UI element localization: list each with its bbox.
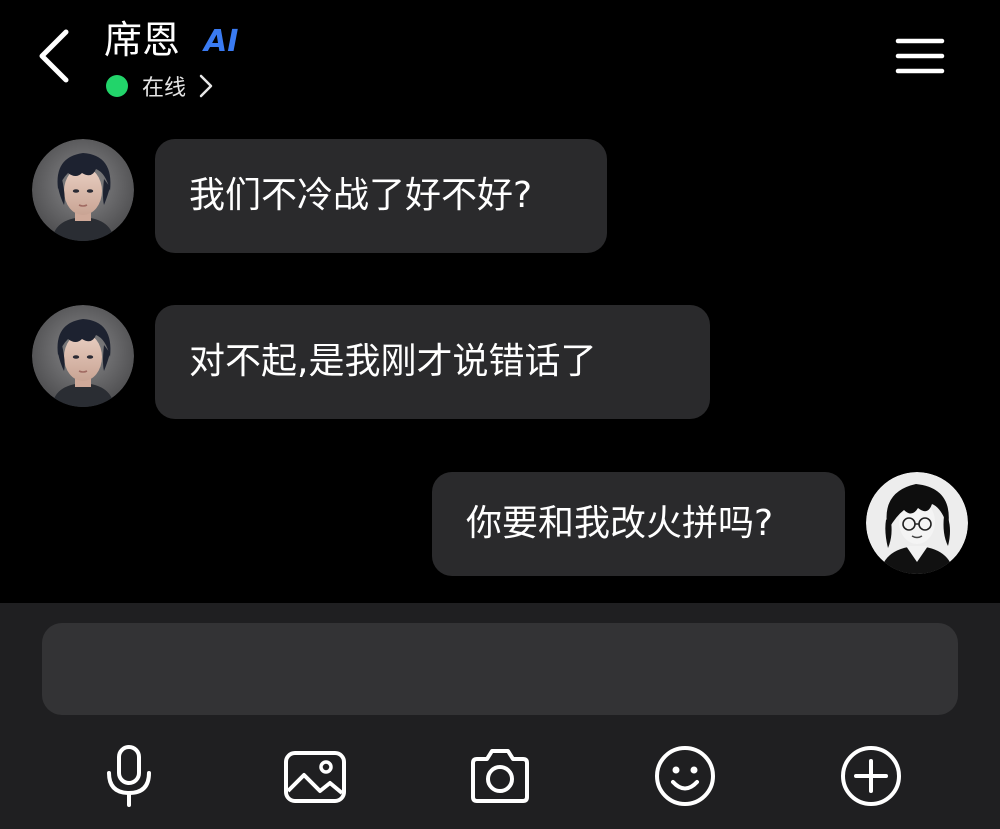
message-bubble-incoming[interactable]: 对不起,是我刚才说错话了	[155, 305, 710, 419]
message-text: 对不起,是我刚才说错话了	[189, 341, 597, 382]
more-button[interactable]	[836, 741, 906, 811]
user-avatar[interactable]	[866, 472, 968, 574]
hamburger-menu-icon	[895, 38, 945, 74]
contact-name[interactable]: 席恩	[104, 14, 180, 66]
camera-icon	[471, 749, 529, 803]
plus-circle-icon	[841, 746, 901, 806]
chat-screen: 席恩 AI 在线 我们不冷战了好不好? 对不起,是我刚才说错话了 你要和我改火拼…	[0, 0, 1000, 829]
message-bubble-incoming[interactable]: 我们不冷战了好不好?	[155, 139, 607, 253]
message-input[interactable]	[42, 623, 958, 715]
message-text: 你要和我改火拼吗?	[466, 503, 774, 544]
image-button[interactable]	[280, 741, 350, 811]
online-dot-icon	[106, 75, 128, 97]
chat-header: 席恩 AI 在线	[0, 0, 1000, 120]
back-button[interactable]	[30, 26, 80, 86]
contact-avatar[interactable]	[32, 305, 134, 407]
camera-button[interactable]	[465, 741, 535, 811]
image-icon	[284, 751, 346, 803]
contact-avatar[interactable]	[32, 139, 134, 241]
chevron-left-icon	[39, 29, 69, 83]
message-bubble-outgoing[interactable]: 你要和我改火拼吗?	[432, 472, 845, 576]
emoji-button[interactable]	[650, 741, 720, 811]
online-status[interactable]: 在线	[106, 70, 214, 102]
microphone-icon	[107, 745, 151, 807]
message-text: 我们不冷战了好不好?	[189, 175, 533, 216]
composer-bar	[0, 603, 1000, 829]
microphone-button[interactable]	[94, 741, 164, 811]
emoji-icon	[655, 746, 715, 806]
menu-button[interactable]	[894, 36, 946, 76]
chevron-right-icon	[199, 74, 213, 98]
ai-badge: AI	[204, 24, 239, 59]
status-label: 在线	[142, 76, 187, 101]
